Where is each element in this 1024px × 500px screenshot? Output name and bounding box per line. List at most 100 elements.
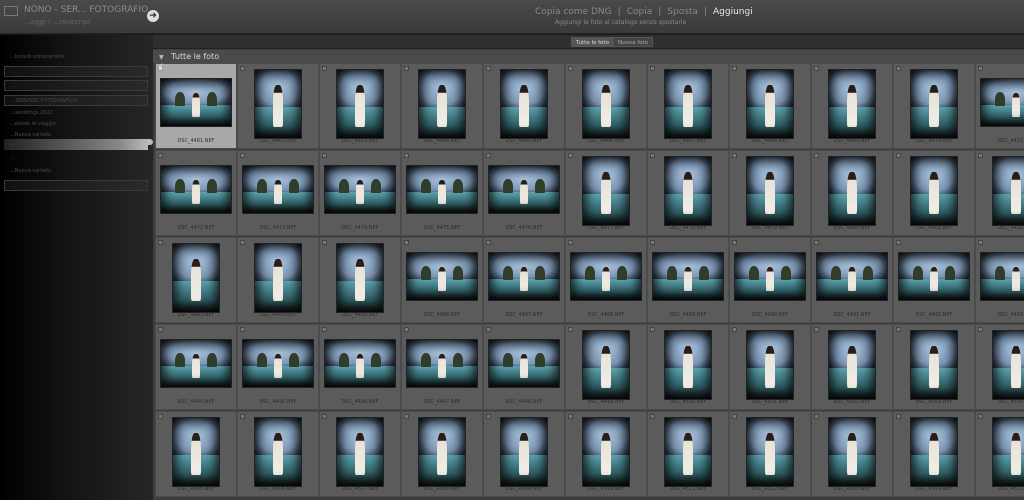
import-checkbox[interactable] <box>732 153 737 158</box>
import-checkbox[interactable] <box>568 240 573 245</box>
import-checkbox[interactable] <box>158 62 164 71</box>
photo-thumbnail-cell[interactable]: DSC_4506.NEF <box>237 411 319 497</box>
photo-thumbnail-cell[interactable]: DSC_4461.NEF <box>155 62 237 149</box>
source-folder-item[interactable]: ... <box>4 80 148 91</box>
photo-thumbnail-cell[interactable]: DSC_4485.NEF <box>319 237 401 323</box>
source-title[interactable]: NONO - SER... FOTOGRAFIO <box>24 5 148 15</box>
import-checkbox[interactable] <box>322 327 327 332</box>
import-checkbox[interactable] <box>896 66 901 71</box>
import-checkbox[interactable] <box>240 66 245 71</box>
filter-tab[interactable]: Nuove foto <box>613 37 654 47</box>
photo-thumbnail-cell[interactable]: DSC_4507.NEF <box>319 411 401 497</box>
photo-thumbnail-cell[interactable]: DSC_4464.NEF <box>401 63 483 149</box>
import-checkbox[interactable] <box>486 240 491 245</box>
photo-thumbnail-cell[interactable]: DSC_4490.NEF <box>729 237 811 323</box>
photo-thumbnail-cell[interactable]: DSC_4477.NEF <box>565 150 647 236</box>
photo-thumbnail-cell[interactable]: DSC_4467.NEF <box>647 63 729 149</box>
photo-thumbnail-cell[interactable]: DSC_4511.NEF <box>647 411 729 497</box>
photo-thumbnail-cell[interactable]: DSC_4462.NEF <box>237 63 319 149</box>
import-checkbox[interactable] <box>978 240 983 245</box>
photo-thumbnail-cell[interactable]: DSC_4497.NEF <box>401 324 483 410</box>
import-checkbox[interactable] <box>650 240 655 245</box>
arrow-right-icon[interactable]: ➔ <box>147 10 159 22</box>
photo-thumbnail-cell[interactable]: DSC_4492.NEF <box>893 237 975 323</box>
source-folder-item[interactable]: ...weddings 2022 <box>4 108 148 119</box>
import-checkbox[interactable] <box>322 153 327 158</box>
photo-thumbnail-cell[interactable]: DSC_4513.NEF <box>811 411 893 497</box>
photo-thumbnail-cell[interactable]: DSC_4481.NEF <box>893 150 975 236</box>
photo-thumbnail-cell[interactable]: DSC_4505.NEF <box>155 411 237 497</box>
import-checkbox[interactable] <box>404 66 409 71</box>
import-checkbox[interactable] <box>404 153 409 158</box>
photo-thumbnail-cell[interactable]: DSC_4480.NEF <box>811 150 893 236</box>
import-checkbox[interactable] <box>568 153 573 158</box>
import-checkbox[interactable] <box>322 240 327 245</box>
import-checkbox[interactable] <box>568 66 573 71</box>
photo-thumbnail-cell[interactable]: DSC_4470.NEF <box>893 63 975 149</box>
import-checkbox[interactable] <box>650 414 655 419</box>
photo-thumbnail-cell[interactable]: DSC_4463.NEF <box>319 63 401 149</box>
photo-thumbnail-cell[interactable]: DSC_4468.NEF <box>729 63 811 149</box>
photo-thumbnail-cell[interactable]: DSC_4514.NEF <box>893 411 975 497</box>
import-checkbox[interactable] <box>896 414 901 419</box>
photo-thumbnail-cell[interactable]: DSC_4510.NEF <box>565 411 647 497</box>
photo-thumbnail-cell[interactable]: DSC_4487.NEF <box>483 237 565 323</box>
import-checkbox[interactable] <box>978 414 983 419</box>
photo-thumbnail-cell[interactable]: DSC_4476.NEF <box>483 150 565 236</box>
photo-thumbnail-cell[interactable]: DSC_4472.NEF <box>155 150 237 236</box>
photo-thumbnail-cell[interactable]: DSC_4495.NEF <box>237 324 319 410</box>
photo-thumbnail-cell[interactable]: DSC_4478.NEF <box>647 150 729 236</box>
import-checkbox[interactable] <box>978 153 983 158</box>
import-checkbox[interactable] <box>158 414 163 419</box>
photo-thumbnail-cell[interactable]: DSC_4489.NEF <box>647 237 729 323</box>
triangle-down-icon[interactable]: ▼ <box>159 54 164 61</box>
import-checkbox[interactable] <box>896 153 901 158</box>
photo-thumbnail-cell[interactable]: DSC_4491.NEF <box>811 237 893 323</box>
import-checkbox[interactable] <box>240 327 245 332</box>
import-checkbox[interactable] <box>240 240 245 245</box>
photo-thumbnail-cell[interactable]: DSC_4498.NEF <box>483 324 565 410</box>
photo-thumbnail-cell[interactable]: DSC_4494.NEF <box>155 324 237 410</box>
import-checkbox[interactable] <box>404 414 409 419</box>
source-folder-item[interactable]: ... <box>4 66 148 77</box>
photo-thumbnail-cell[interactable]: DSC_4493.NEF <box>975 237 1024 323</box>
filter-tab[interactable]: Tutte le foto <box>571 37 614 47</box>
import-mode-option[interactable]: Sposta <box>667 7 698 17</box>
source-folder-item[interactable]: ... <box>4 153 148 164</box>
photo-thumbnail-cell[interactable]: DSC_4482.NEF <box>975 150 1024 236</box>
source-icon[interactable] <box>4 6 18 16</box>
import-checkbox[interactable] <box>732 414 737 419</box>
photo-thumbnail-cell[interactable]: DSC_4483.NEF <box>155 237 237 323</box>
import-checkbox[interactable] <box>814 66 819 71</box>
import-checkbox[interactable] <box>158 240 163 245</box>
source-folder-item[interactable]: ... <box>4 180 148 191</box>
import-checkbox[interactable] <box>978 66 983 71</box>
source-folder-item[interactable]: ...Includi sottocartelle <box>4 52 148 63</box>
import-checkbox[interactable] <box>814 240 819 245</box>
photo-thumbnail-cell[interactable]: DSC_4469.NEF <box>811 63 893 149</box>
import-checkbox[interactable] <box>486 327 491 332</box>
import-checkbox[interactable] <box>322 66 327 71</box>
import-checkbox[interactable] <box>404 327 409 332</box>
photo-thumbnail-cell[interactable]: DSC_4515.NEF <box>975 411 1024 497</box>
import-mode-option[interactable]: Copia <box>627 7 653 17</box>
import-checkbox[interactable] <box>240 153 245 158</box>
photo-thumbnail-cell[interactable]: DSC_4486.NEF <box>401 237 483 323</box>
photo-thumbnail-cell[interactable]: DSC_4479.NEF <box>729 150 811 236</box>
import-checkbox[interactable] <box>978 327 983 332</box>
photo-thumbnail-cell[interactable]: DSC_4500.NEF <box>647 324 729 410</box>
photo-thumbnail-cell[interactable]: DSC_4496.NEF <box>319 324 401 410</box>
import-checkbox[interactable] <box>732 327 737 332</box>
import-checkbox[interactable] <box>322 414 327 419</box>
import-checkbox[interactable] <box>650 66 655 71</box>
import-checkbox[interactable] <box>486 414 491 419</box>
photo-thumbnail-cell[interactable]: DSC_4509.NEF <box>483 411 565 497</box>
photo-thumbnail-cell[interactable]: DSC_4465.NEF <box>483 63 565 149</box>
import-checkbox[interactable] <box>158 327 163 332</box>
photo-thumbnail-cell[interactable]: DSC_4473.NEF <box>237 150 319 236</box>
import-checkbox[interactable] <box>568 414 573 419</box>
import-checkbox[interactable] <box>486 153 491 158</box>
import-checkbox[interactable] <box>650 327 655 332</box>
import-checkbox[interactable] <box>158 153 163 158</box>
import-checkbox[interactable] <box>568 327 573 332</box>
